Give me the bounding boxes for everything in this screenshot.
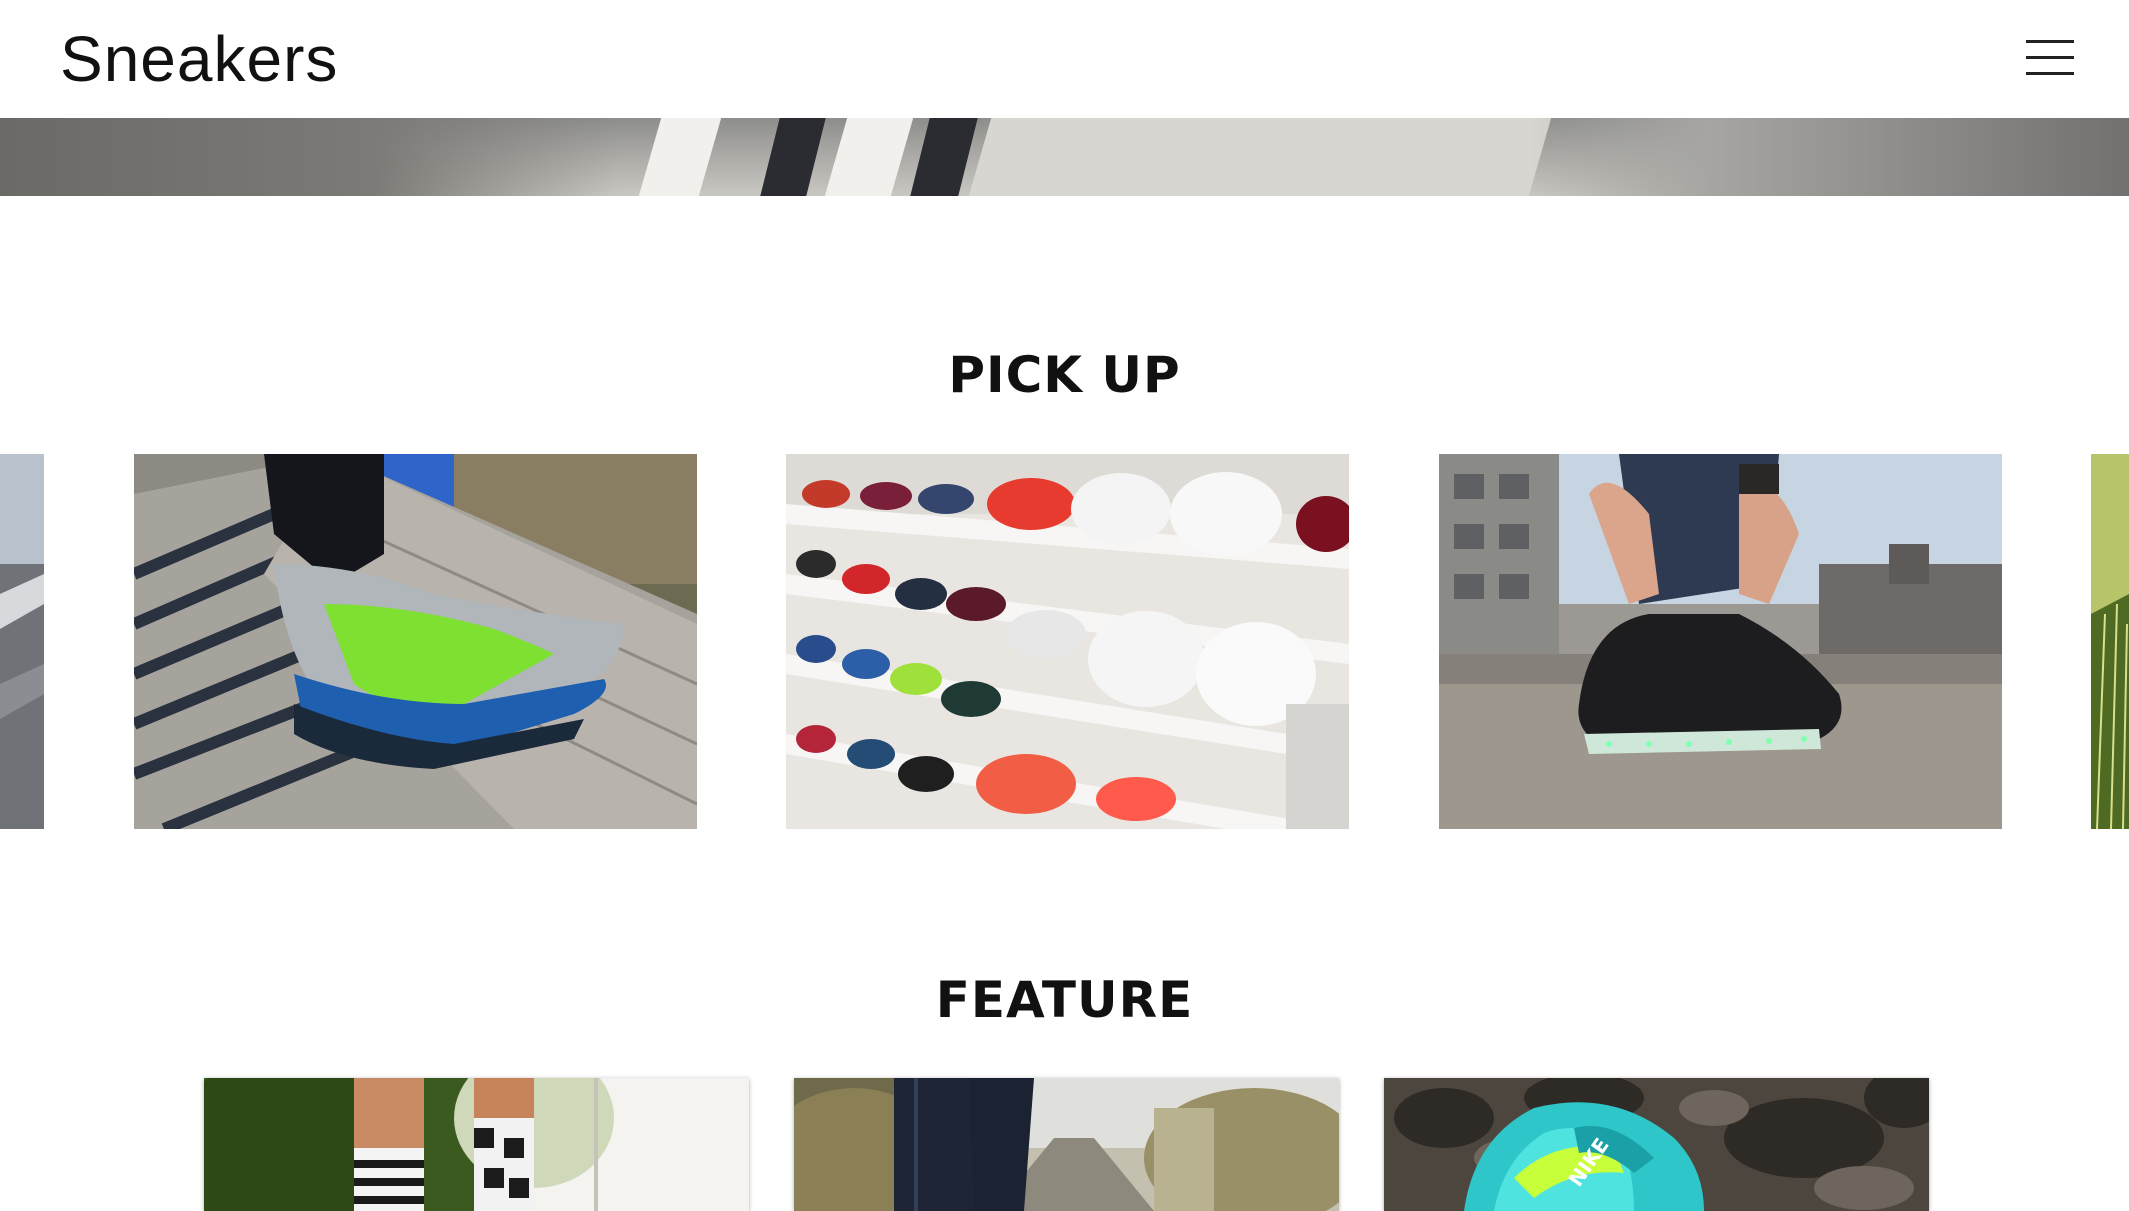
feature-card-teal-nike-sneaker[interactable]: NIKE <box>1384 1078 1929 1211</box>
pickup-card-partial-right[interactable] <box>2091 454 2129 829</box>
hero-banner-image <box>0 118 2129 196</box>
pickup-card-sneaker-wall[interactable] <box>786 454 1349 829</box>
pickup-card-light-up-sneaker[interactable] <box>1439 454 2002 829</box>
hamburger-menu-icon[interactable] <box>2026 40 2074 76</box>
crosswalk-road <box>968 118 1552 196</box>
menu-line <box>2026 40 2074 43</box>
feature-card-striped-socks[interactable] <box>204 1078 749 1211</box>
menu-line <box>2026 56 2074 59</box>
menu-line <box>2026 72 2074 75</box>
pickup-card-partial-left[interactable] <box>0 454 44 829</box>
hero-shadow <box>0 118 620 196</box>
site-logo[interactable]: Sneakers <box>60 22 338 96</box>
feature-title: FEATURE <box>935 971 1194 1029</box>
crosswalk-dark <box>910 118 978 196</box>
site-header: Sneakers <box>0 0 2129 118</box>
feature-card-jeans-road[interactable] <box>794 1078 1339 1211</box>
crosswalk-dark <box>760 118 826 196</box>
crosswalk-stripe <box>824 118 914 196</box>
pickup-card-green-sneaker[interactable] <box>134 454 697 829</box>
crosswalk-stripe <box>638 118 722 196</box>
pickup-title: PICK UP <box>948 346 1181 404</box>
hero-shadow <box>1529 118 2129 196</box>
page: Sneakers PICK UP FEATURE NIKE <box>0 0 2129 1211</box>
